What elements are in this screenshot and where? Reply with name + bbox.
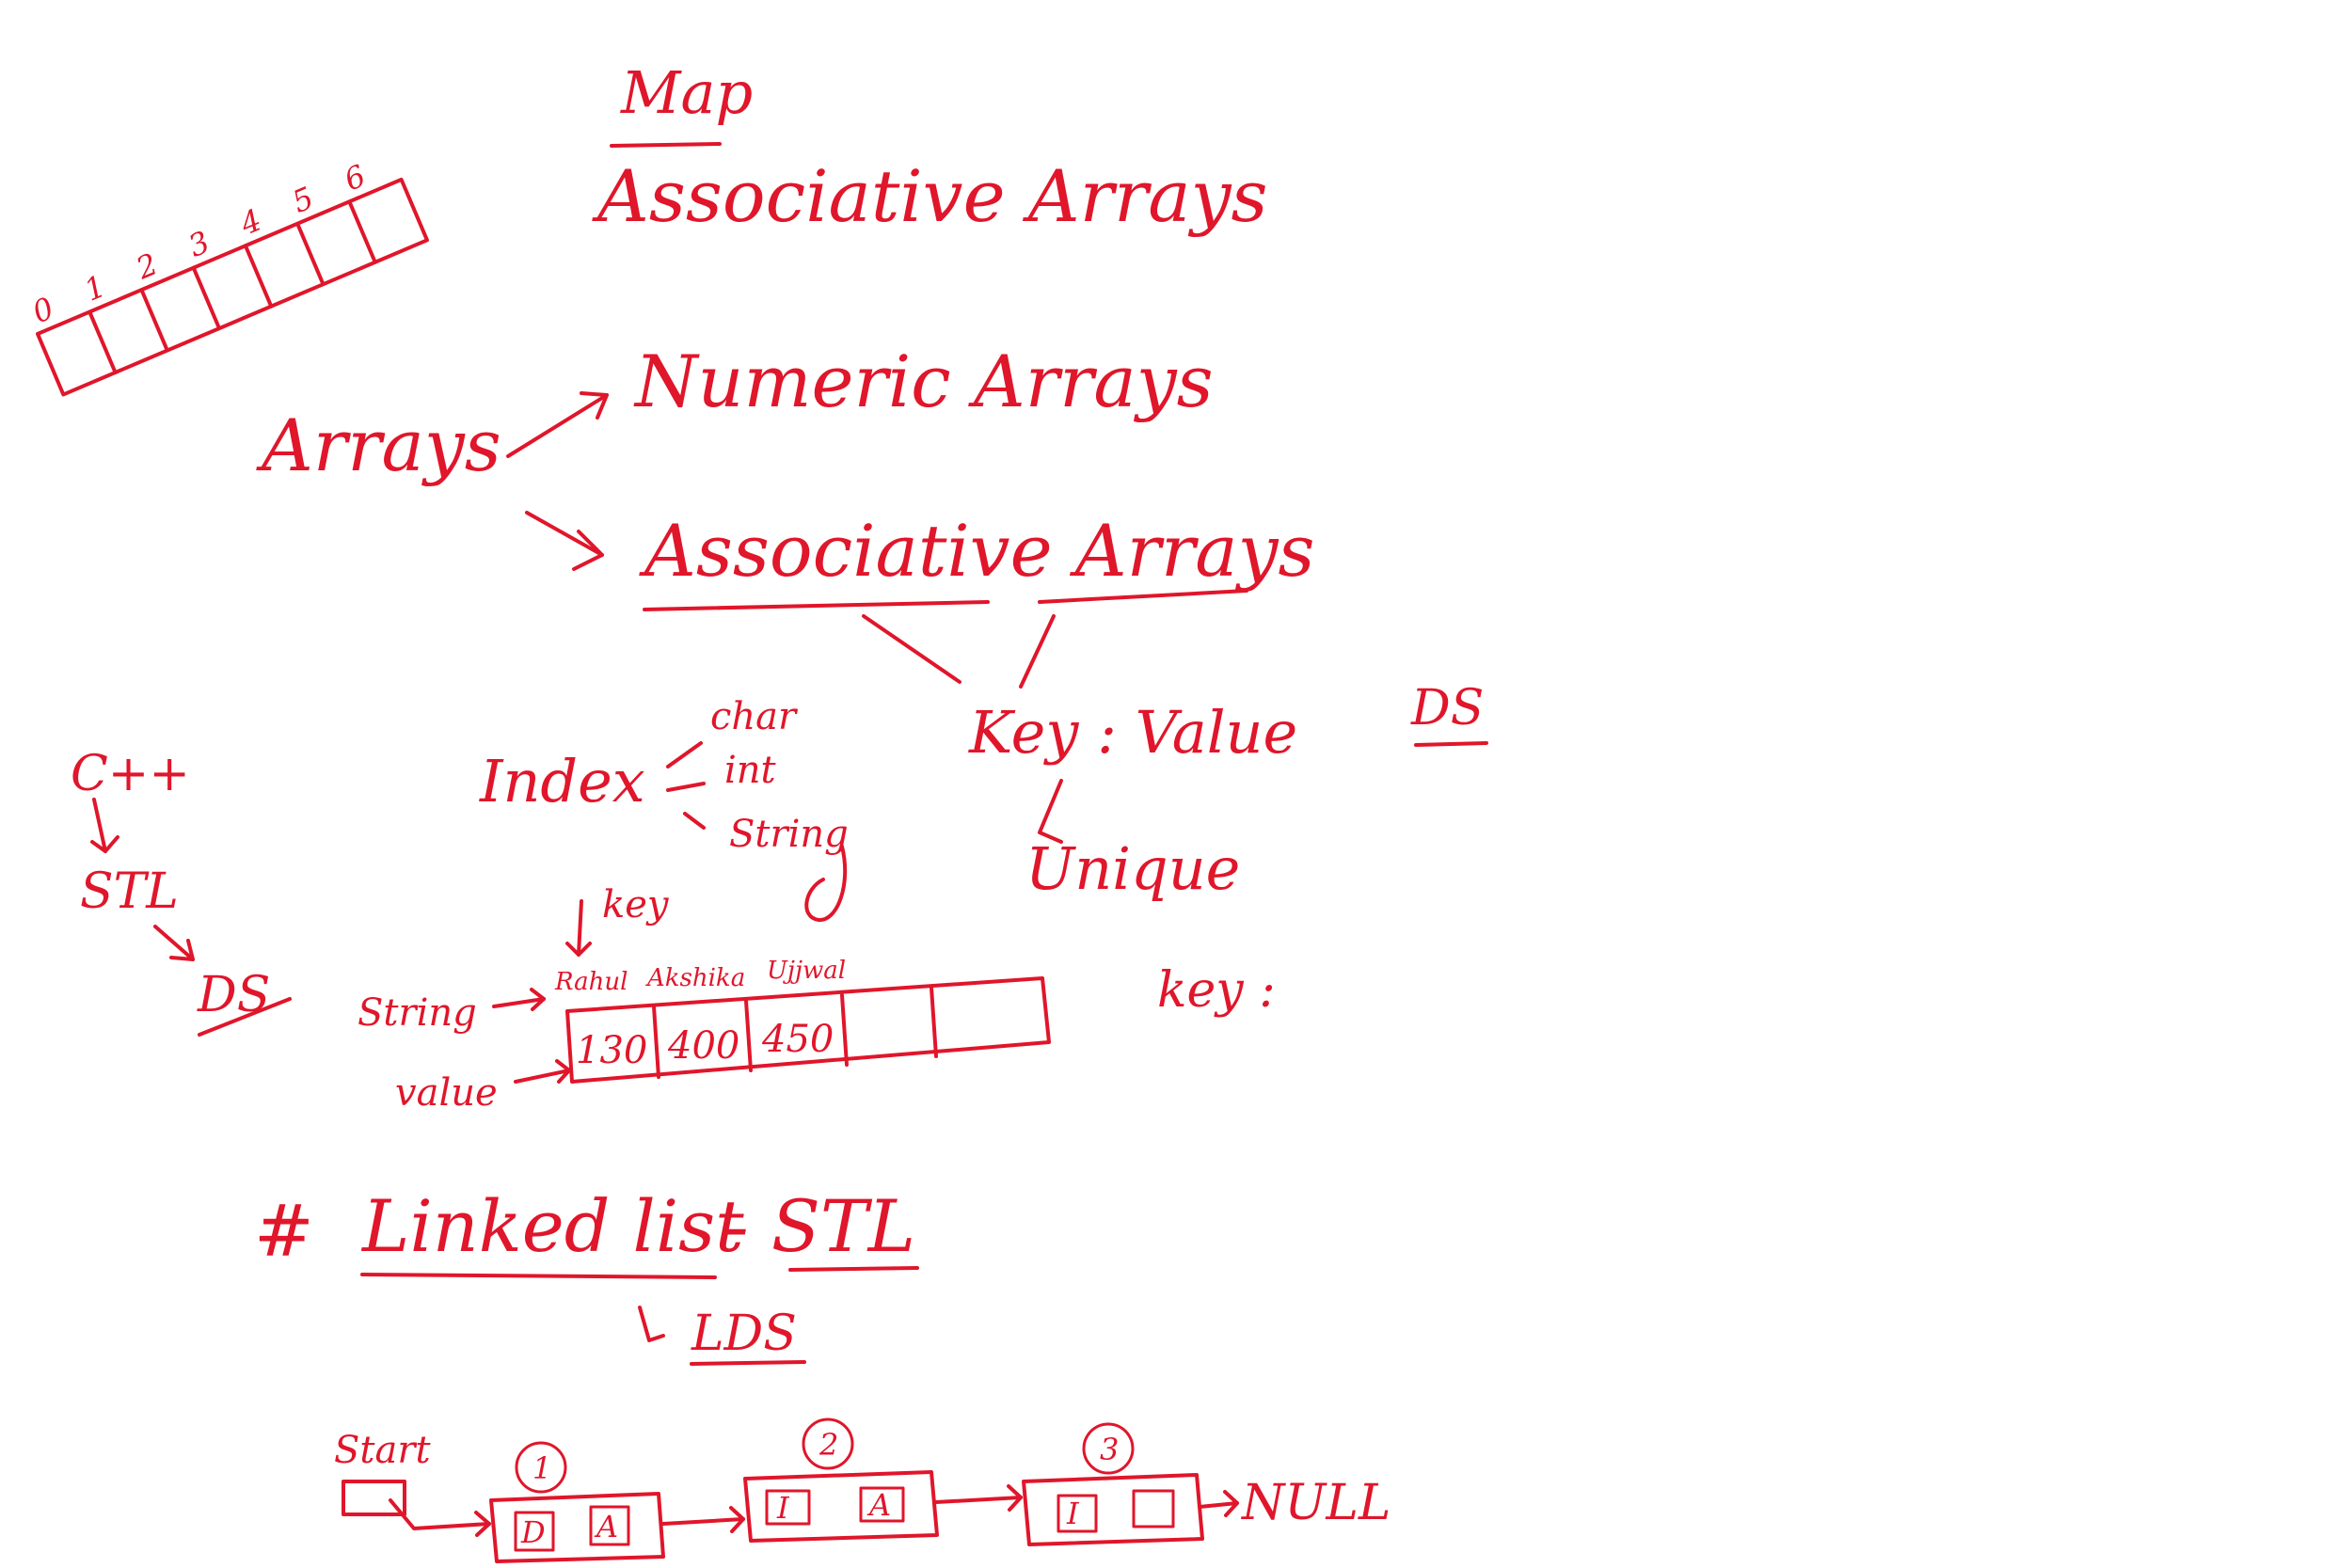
array-index-label: 4	[234, 201, 267, 242]
node-data: D	[520, 1514, 546, 1550]
node-box	[1022, 1473, 1204, 1546]
key-pointer-text: key	[602, 883, 670, 927]
array-strip-divider	[347, 199, 377, 264]
array-index-label: 3	[183, 224, 215, 264]
associative-table: key String Rahul Akshika Ujjwal value 13…	[358, 883, 1051, 1115]
array-index-label: 1	[79, 268, 111, 309]
null-label: NULL	[1240, 1475, 1391, 1531]
hash-text: #	[254, 1189, 314, 1273]
index-brace-line	[666, 741, 703, 768]
whiteboard-canvas: Map Associative Arrays 0 1 2 3 4 5 6 Arr…	[27, 58, 1488, 1563]
lds-text: LDS	[691, 1306, 797, 1362]
linked-list-diagram: Start 1 D A 2 I A 3 I NULL	[334, 1418, 1391, 1563]
node-data: I	[1066, 1496, 1080, 1531]
lds-underline	[690, 1360, 806, 1366]
key-value-text: Key : Value	[968, 698, 1297, 767]
table-divider	[840, 993, 849, 1067]
map-text: Map	[620, 58, 753, 127]
array-strip-divider	[191, 265, 222, 331]
index-type-char: char	[710, 695, 799, 738]
array-index-label: 6	[339, 158, 371, 198]
indexed-array-strip: 0 1 2 3 4 5 6	[27, 158, 429, 397]
node-data: I	[776, 1490, 790, 1526]
cpp-text: C++	[71, 746, 190, 802]
array-index-label: 0	[27, 290, 59, 330]
node-link-arrow	[661, 1517, 745, 1526]
string-curl	[804, 845, 848, 922]
index-brace-line	[683, 812, 706, 830]
start-label: Start	[334, 1429, 431, 1472]
associative-underline	[643, 600, 990, 611]
arrow-to-unique	[1038, 779, 1063, 844]
ds-right-text: DS	[1410, 680, 1484, 736]
table-divider	[930, 986, 938, 1058]
table-divider	[744, 999, 753, 1072]
arrays-root-text: Arrays	[256, 404, 501, 487]
node-number: 1	[532, 1450, 551, 1486]
arrowhead-associative	[572, 530, 604, 571]
key-pointer-arrow	[577, 899, 583, 957]
array-index-label: 2	[131, 245, 164, 286]
table-value-cell: 450	[761, 1018, 834, 1061]
index-brace-line	[666, 782, 706, 792]
arrow-to-lds	[638, 1306, 665, 1342]
side-key-text: key :	[1157, 962, 1276, 1019]
table-key-cell: Ujjwal	[767, 957, 846, 985]
arrow-to-numeric	[506, 393, 609, 458]
dash-stl-text: - STL	[724, 1184, 915, 1268]
array-strip-divider	[295, 221, 326, 287]
node-number: 2	[818, 1427, 838, 1463]
branch-to-key-value	[1019, 614, 1056, 689]
table-key-cell: Akshika	[645, 964, 745, 992]
null-arrow	[1198, 1501, 1239, 1509]
linked-list-underline	[360, 1273, 717, 1279]
node-number: 3	[1100, 1432, 1119, 1467]
array-strip-divider	[243, 244, 274, 309]
associative-arrays-top-text: Associative Arrays	[592, 154, 1268, 238]
map-underline	[610, 142, 722, 148]
index-type-int: int	[724, 749, 777, 792]
node-link-arrow	[934, 1496, 1023, 1504]
node-box	[743, 1470, 939, 1543]
stl-underline	[788, 1266, 919, 1272]
stl-text: STL	[80, 863, 179, 920]
array-strip-divider	[87, 309, 118, 374]
arrow-to-associative	[525, 511, 604, 557]
string-label-text: String	[358, 991, 477, 1035]
unique-text: Unique	[1025, 834, 1240, 903]
ds-right-underline	[1414, 741, 1488, 747]
node-addr: A	[594, 1509, 618, 1544]
map-heading: Map	[610, 58, 753, 148]
array-index-label: 5	[287, 180, 319, 220]
array-strip-divider	[139, 288, 169, 353]
ds-left-text: DS	[197, 967, 270, 1023]
numeric-arrays-text: Numeric Arrays	[633, 340, 1214, 423]
index-text: Index	[479, 747, 645, 816]
value-label-text: value	[395, 1071, 498, 1115]
linked-list-title-text: Linked list	[360, 1184, 744, 1268]
node-addr: A	[866, 1487, 891, 1523]
table-divider	[652, 1005, 660, 1079]
node-addr-box	[1132, 1489, 1175, 1528]
associative-arrays-text: Associative Arrays	[639, 509, 1315, 593]
table-value-cell: 400	[667, 1024, 739, 1068]
start-pointer-box	[342, 1480, 406, 1516]
table-key-cell: Rahul	[554, 968, 628, 996]
index-type-string: String	[729, 813, 849, 856]
table-value-cell: 130	[576, 1029, 647, 1072]
branch-to-key-value	[862, 614, 961, 684]
